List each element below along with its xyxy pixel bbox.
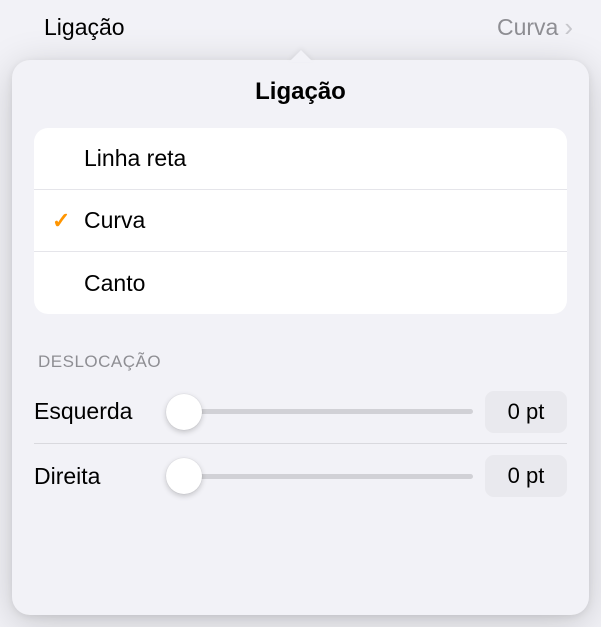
connection-popover: Ligação Linha reta ✓ Curva Canto DESLOCA… xyxy=(12,60,589,615)
popover-title: Ligação xyxy=(12,78,589,106)
connection-option-list: Linha reta ✓ Curva Canto xyxy=(34,128,567,314)
slider-track-bg xyxy=(166,474,473,479)
option-label: Linha reta xyxy=(84,145,186,172)
chevron-right-icon: › xyxy=(564,12,573,43)
offset-slider-group: Esquerda 0 pt Direita 0 pt xyxy=(34,380,567,508)
option-label: Canto xyxy=(84,270,145,297)
check-slot: ✓ xyxy=(52,208,84,234)
offset-left-slider[interactable] xyxy=(166,394,473,430)
option-straight-line[interactable]: Linha reta xyxy=(34,128,567,190)
option-corner[interactable]: Canto xyxy=(34,252,567,314)
slider-knob[interactable] xyxy=(166,394,202,430)
offset-right-value[interactable]: 0 pt xyxy=(485,455,567,497)
offset-left-value[interactable]: 0 pt xyxy=(485,391,567,433)
offset-left-row: Esquerda 0 pt xyxy=(34,380,567,444)
connection-header-value-wrap: Curva › xyxy=(497,12,573,43)
slider-knob[interactable] xyxy=(166,458,202,494)
slider-track-bg xyxy=(166,409,473,414)
offset-left-label: Esquerda xyxy=(34,398,154,425)
option-label: Curva xyxy=(84,207,145,234)
connection-header-label: Ligação xyxy=(44,14,125,41)
connection-header-value: Curva xyxy=(497,14,558,41)
option-curve[interactable]: ✓ Curva xyxy=(34,190,567,252)
offset-section-header: DESLOCAÇÃO xyxy=(38,352,563,372)
connection-header-row[interactable]: Ligação Curva › xyxy=(0,0,601,51)
offset-right-row: Direita 0 pt xyxy=(34,444,567,508)
offset-right-slider[interactable] xyxy=(166,458,473,494)
offset-right-label: Direita xyxy=(34,463,154,490)
checkmark-icon: ✓ xyxy=(52,208,70,234)
